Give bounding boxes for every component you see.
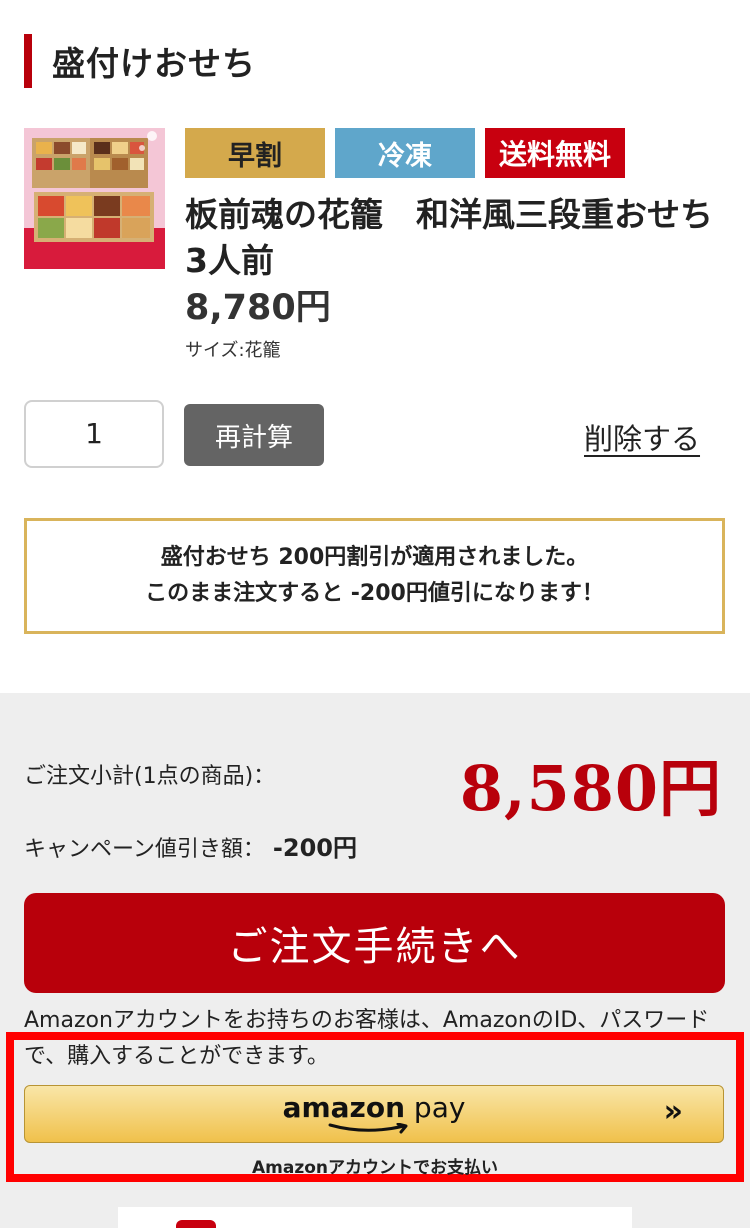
- quantity-input[interactable]: 1: [24, 400, 164, 468]
- product-price: 8,780円: [185, 288, 331, 328]
- osechi-image-icon: [24, 128, 165, 269]
- product-thumbnail[interactable]: [24, 128, 165, 269]
- notice-line-2: このまま注文すると -200円値引になります！: [145, 581, 604, 606]
- discount-value: -200円: [272, 834, 357, 862]
- campaign-discount-row: キャンペーン値引き額： -200円: [24, 828, 357, 863]
- section-accent-bar: [24, 34, 32, 88]
- section-title: 盛付けおせち: [52, 44, 256, 83]
- amazon-smile-icon: [328, 1123, 408, 1134]
- discount-label: キャンペーン値引き額：: [24, 837, 265, 862]
- subtotal-label: ご注文小計(1点の商品)：: [24, 764, 276, 789]
- subtotal-value: 8,580円: [459, 752, 722, 825]
- double-chevron-right-icon: »: [663, 1094, 683, 1129]
- badge-early-discount: 早割: [185, 128, 325, 178]
- badge-free-shipping: 送料無料: [485, 128, 625, 178]
- recalculate-button[interactable]: 再計算: [184, 404, 324, 466]
- pay-logo-text: pay: [405, 1091, 466, 1124]
- product-info: 早割 冷凍 送料無料 板前魂の花籠 和洋風三段重おせち 3人前 8,780円 サ…: [185, 128, 746, 362]
- product-name[interactable]: 板前魂の花籠 和洋風三段重おせち 3人前: [185, 192, 746, 284]
- amazon-pay-button[interactable]: amazon pay »: [24, 1085, 724, 1143]
- bottom-card: [118, 1207, 632, 1228]
- partial-logo-icon: [176, 1220, 216, 1228]
- badge-list: 早割 冷凍 送料無料: [185, 128, 726, 178]
- product-size: サイズ:花籠: [185, 340, 281, 361]
- notice-line-1: 盛付おせち 200円割引が適用されました。: [160, 545, 589, 570]
- amazon-pay-logo: amazon pay: [282, 1091, 466, 1135]
- discount-notice: 盛付おせち 200円割引が適用されました。 このまま注文すると -200円値引に…: [24, 518, 725, 634]
- amazon-logo-text: amazon: [282, 1091, 406, 1124]
- amazon-pay-sub-label: Amazonアカウントでお支払い: [251, 1158, 499, 1178]
- section-header: 盛付けおせち: [24, 34, 256, 88]
- proceed-to-checkout-button[interactable]: ご注文手続きへ: [24, 893, 725, 993]
- delete-link[interactable]: 削除する: [584, 416, 700, 458]
- badge-frozen: 冷凍: [335, 128, 475, 178]
